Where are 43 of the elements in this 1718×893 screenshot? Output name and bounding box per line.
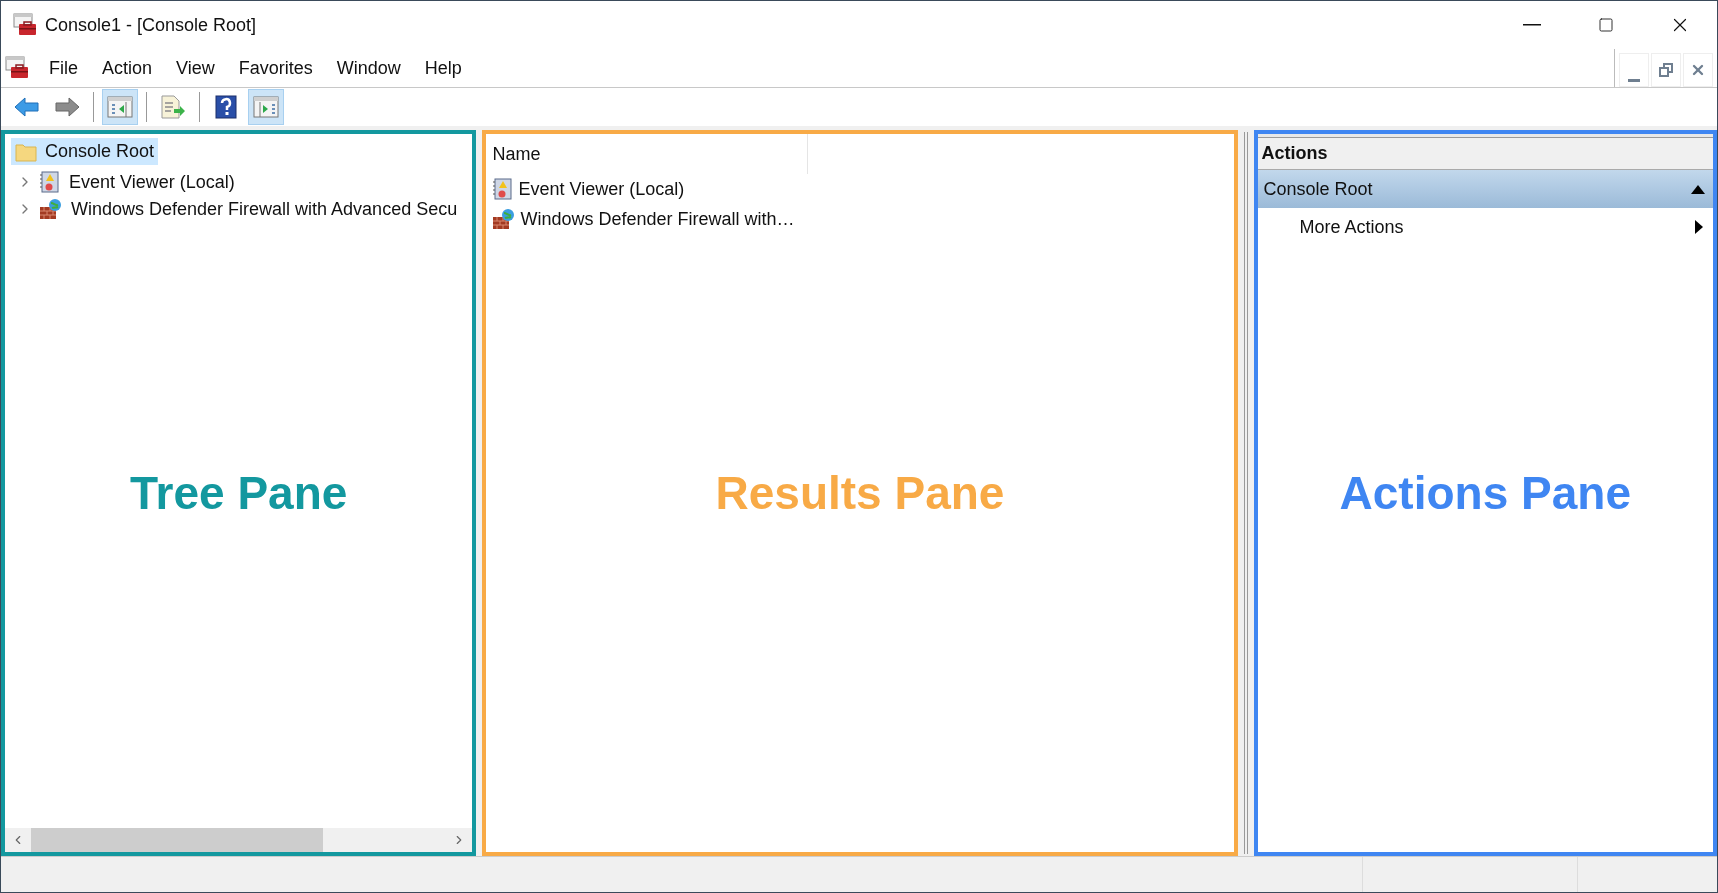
back-arrow-icon xyxy=(14,96,40,118)
restore-button[interactable] xyxy=(1651,53,1681,87)
collapse-triangle-icon xyxy=(1691,184,1705,194)
brick-wall-globe-icon xyxy=(39,198,63,220)
notebook-icon xyxy=(39,171,61,193)
pane-label: Actions Pane xyxy=(1339,465,1631,521)
pane-label: Tree Pane xyxy=(130,465,348,521)
action-group-header[interactable]: Console Root xyxy=(1257,170,1713,208)
list-item[interactable]: Windows Defender Firewall with… xyxy=(486,204,1234,234)
window-panel-icon xyxy=(253,96,279,118)
maximize-icon xyxy=(1598,17,1614,33)
notebook-icon xyxy=(492,178,515,200)
minimize-icon xyxy=(1628,79,1640,82)
menu-item[interactable]: File xyxy=(37,54,90,82)
window-panel-icon xyxy=(107,96,133,118)
menu-item[interactable]: Window xyxy=(324,54,413,82)
toolbox-icon xyxy=(5,56,29,80)
help-icon xyxy=(215,95,237,119)
minimize-icon xyxy=(1523,24,1541,26)
actions-header: Actions xyxy=(1257,138,1713,170)
close-icon xyxy=(1690,62,1706,78)
folder-icon xyxy=(15,141,37,162)
horizontal-scrollbar[interactable] xyxy=(5,828,473,852)
restore-icon xyxy=(1659,63,1673,77)
minimize-button[interactable] xyxy=(1619,53,1649,87)
window-title: Console1 - [Console Root] xyxy=(45,13,257,37)
list-item[interactable]: Event Viewer (Local) xyxy=(486,174,1234,204)
pane-label: Results Pane xyxy=(715,465,1005,521)
forward-arrow-icon xyxy=(54,96,80,118)
menu-item[interactable]: Action xyxy=(90,54,165,82)
brick-wall-globe-icon xyxy=(492,208,517,230)
column-header[interactable]: Name xyxy=(486,134,809,174)
tree-item[interactable]: Windows Defender Firewall with Advanced Secu xyxy=(39,195,462,223)
document-arrow-icon xyxy=(160,95,186,119)
tree-item[interactable]: Console Root xyxy=(11,138,159,165)
menu-item[interactable]: View xyxy=(164,54,227,82)
menu-item[interactable]: Help xyxy=(412,54,474,82)
menu-item[interactable]: Favorites xyxy=(226,54,325,82)
tree-item[interactable]: Event Viewer (Local) xyxy=(39,168,239,196)
toolbox-icon xyxy=(13,13,37,37)
scrollbar-thumb[interactable] xyxy=(31,828,323,852)
close-button[interactable] xyxy=(1683,53,1713,87)
action-item[interactable]: More Actions xyxy=(1257,208,1713,246)
